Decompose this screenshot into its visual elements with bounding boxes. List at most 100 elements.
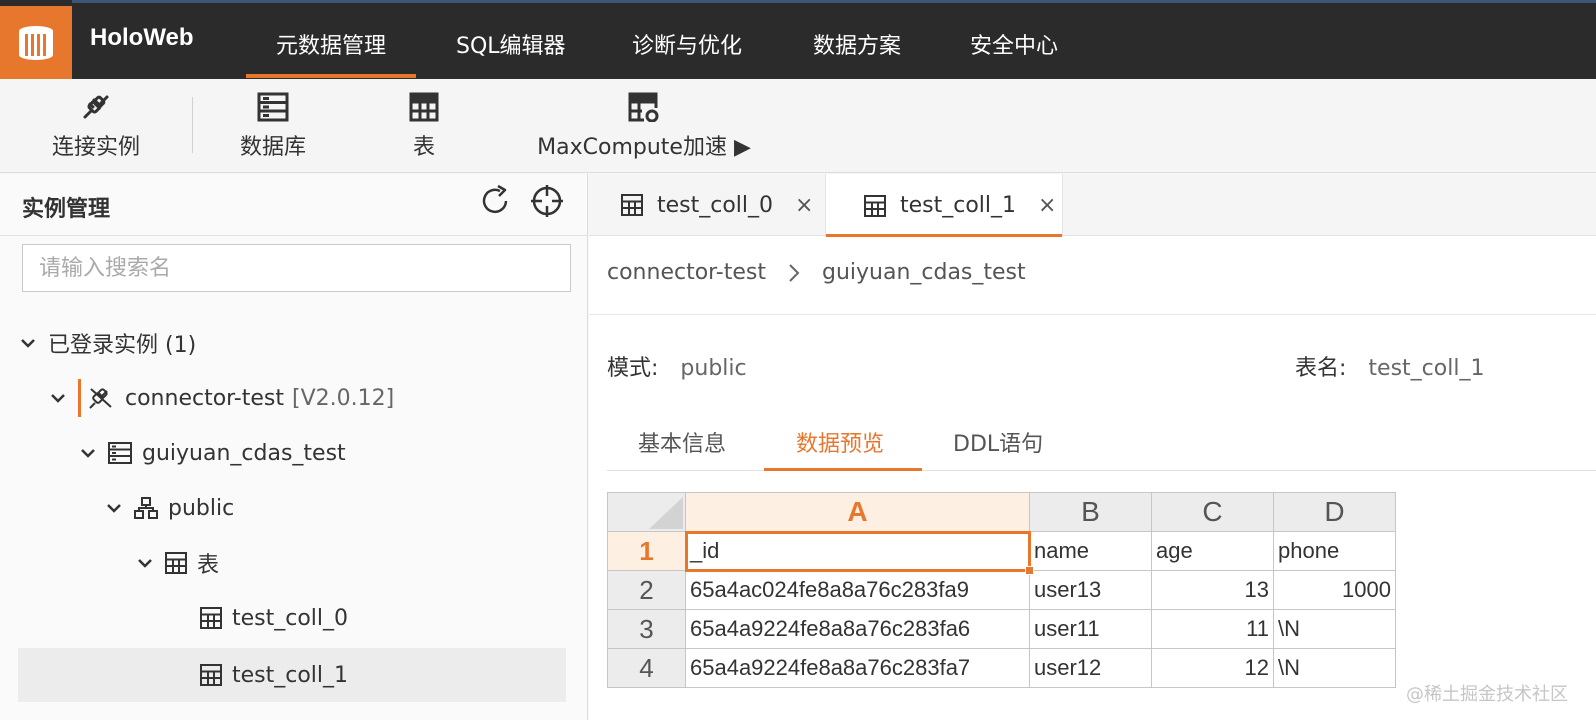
tree-node-table-folder[interactable]: 表 — [135, 538, 219, 588]
nav-data-solution[interactable]: 数据方案 — [813, 28, 901, 60]
tree-node-table-test-coll-1[interactable]: test_coll_1 — [18, 648, 566, 702]
breadcrumb-database[interactable]: guiyuan_cdas_test — [822, 260, 1026, 285]
grid-cell[interactable]: user11 — [1029, 609, 1152, 649]
row-header[interactable]: 1 — [607, 531, 686, 571]
chevron-right-icon — [788, 263, 800, 283]
grid-cell[interactable]: \N — [1273, 648, 1396, 688]
database-name: guiyuan_cdas_test — [142, 440, 346, 466]
schema-name: public — [168, 495, 235, 521]
tab-test-coll-0[interactable]: test_coll_0 × — [589, 174, 825, 236]
instance-connection-icon — [78, 379, 115, 417]
chevron-down-icon[interactable] — [78, 448, 98, 458]
nav-security-center[interactable]: 安全中心 — [970, 28, 1058, 60]
brand-name: HoloWeb — [90, 24, 194, 51]
database-button[interactable]: 数据库 — [236, 91, 310, 161]
table-icon — [200, 664, 222, 686]
table-row: 1 _id name age phone — [607, 530, 1396, 575]
instance-name: connector-test — [125, 385, 284, 411]
table-icon — [864, 194, 886, 217]
divider — [589, 314, 1596, 315]
table-row: 3 65a4a9224fe8a8a76c283fa6 user11 11 \N — [607, 609, 1396, 649]
column-header[interactable]: A — [685, 492, 1030, 532]
close-icon[interactable]: × — [795, 193, 813, 218]
grid-cell[interactable]: phone — [1273, 531, 1396, 571]
table-icon — [165, 552, 187, 574]
grid-cell[interactable]: 1000 — [1273, 570, 1396, 610]
chevron-down-icon[interactable] — [48, 393, 68, 403]
tab-test-coll-1[interactable]: test_coll_1 × — [825, 174, 1063, 237]
grid-corner[interactable] — [607, 492, 686, 532]
tree-node-label: 已登录实例 (1) — [48, 333, 197, 358]
nav-metadata-management[interactable]: 元数据管理 — [245, 28, 417, 78]
row-header[interactable]: 4 — [607, 648, 686, 688]
divider — [607, 470, 1596, 471]
schema-icon — [134, 497, 158, 519]
breadcrumb-instance[interactable]: connector-test — [607, 260, 766, 285]
accelerate-table-icon — [536, 91, 752, 123]
column-header[interactable]: D — [1273, 492, 1396, 532]
column-header[interactable]: B — [1029, 492, 1152, 532]
grid-cell[interactable]: 13 — [1151, 570, 1274, 610]
row-header[interactable]: 2 — [607, 570, 686, 610]
subtab-data-preview[interactable]: 数据预览 — [796, 426, 884, 458]
instance-management-panel: 实例管理 已登录实例 (1) connector-test [V2.0.12] … — [0, 174, 588, 720]
schema-meta: 模式: public — [607, 350, 747, 382]
table-button[interactable]: 表 — [404, 91, 444, 161]
data-preview-grid: A B C D 1 _id name age phone 2 65a4ac024… — [607, 492, 1396, 688]
locate-icon[interactable] — [530, 184, 564, 222]
connect-instance-button[interactable]: 连接实例 — [48, 91, 144, 161]
search-input[interactable] — [23, 245, 570, 291]
nav-sql-editor[interactable]: SQL编辑器 — [456, 28, 566, 60]
panel-title: 实例管理 — [22, 197, 111, 222]
grid-cell[interactable]: 65a4a9224fe8a8a76c283fa7 — [685, 648, 1030, 688]
table-icon — [621, 194, 643, 216]
maxcompute-accelerate-button[interactable]: MaxCompute加速 ▶ — [536, 91, 752, 161]
nav-diagnose-optimize[interactable]: 诊断与优化 — [632, 28, 742, 60]
tree-node-database[interactable]: guiyuan_cdas_test — [78, 428, 346, 478]
grid-cell[interactable]: 12 — [1151, 648, 1274, 688]
grid-cell[interactable]: \N — [1273, 609, 1396, 649]
database-icon — [108, 442, 132, 464]
tree-node-instance[interactable]: connector-test [V2.0.12] — [48, 373, 394, 423]
panel-header: 实例管理 — [0, 174, 588, 236]
watermark: @稀土掘金技术社区 — [1406, 684, 1568, 705]
search-box — [22, 244, 571, 292]
database-label: 数据库 — [239, 135, 306, 160]
table-name: test_coll_1 — [232, 662, 349, 688]
subtab-ddl[interactable]: DDL语句 — [953, 426, 1043, 458]
connect-instance-label: 连接实例 — [51, 135, 140, 160]
table-folder-label: 表 — [197, 553, 220, 578]
grid-cell[interactable]: 65a4a9224fe8a8a76c283fa6 — [685, 609, 1030, 649]
toolbar: 连接实例 数据库 表 MaxCompute加速 ▶ — [0, 79, 1596, 173]
refresh-icon[interactable] — [478, 184, 512, 222]
fill-handle[interactable] — [1025, 566, 1034, 575]
grid-cell[interactable]: age — [1151, 531, 1274, 571]
subtab-basic-info[interactable]: 基本信息 — [638, 426, 726, 458]
table-name: test_coll_0 — [232, 605, 349, 631]
grid-cell[interactable]: _id — [684, 530, 1034, 575]
tree-node-logged-instances[interactable]: 已登录实例 (1) — [18, 318, 196, 368]
grid-cell[interactable]: 11 — [1151, 609, 1274, 649]
tab-label: test_coll_0 — [657, 192, 774, 218]
close-icon[interactable]: × — [1038, 193, 1056, 218]
grid-cell[interactable]: name — [1029, 531, 1152, 571]
holoweb-logo-icon[interactable] — [0, 6, 72, 79]
schema-value: public — [680, 356, 747, 381]
chevron-down-icon[interactable] — [18, 338, 38, 348]
table-name-meta: 表名: test_coll_1 — [1295, 350, 1484, 382]
tree-node-table-test-coll-0[interactable]: test_coll_0 — [18, 593, 566, 643]
grid-cell[interactable]: 65a4ac024fe8a8a76c283fa9 — [685, 570, 1030, 610]
grid-cell[interactable]: user12 — [1029, 648, 1152, 688]
column-header[interactable]: C — [1151, 492, 1274, 532]
active-subtab-indicator — [764, 468, 922, 471]
row-header[interactable]: 3 — [607, 609, 686, 649]
chevron-down-icon[interactable] — [104, 503, 124, 513]
breadcrumb: connector-test guiyuan_cdas_test — [607, 260, 1026, 285]
grid-cell[interactable]: user13 — [1029, 570, 1152, 610]
tree-node-schema[interactable]: public — [104, 483, 234, 533]
table-row: 4 65a4a9224fe8a8a76c283fa7 user12 12 \N — [607, 648, 1396, 688]
top-navbar: HoloWeb 元数据管理 SQL编辑器 诊断与优化 数据方案 安全中心 — [0, 0, 1596, 79]
chevron-down-icon[interactable] — [135, 558, 155, 568]
plug-icon — [48, 91, 144, 123]
editor-tabbar: test_coll_0 × test_coll_1 × — [589, 174, 1596, 237]
